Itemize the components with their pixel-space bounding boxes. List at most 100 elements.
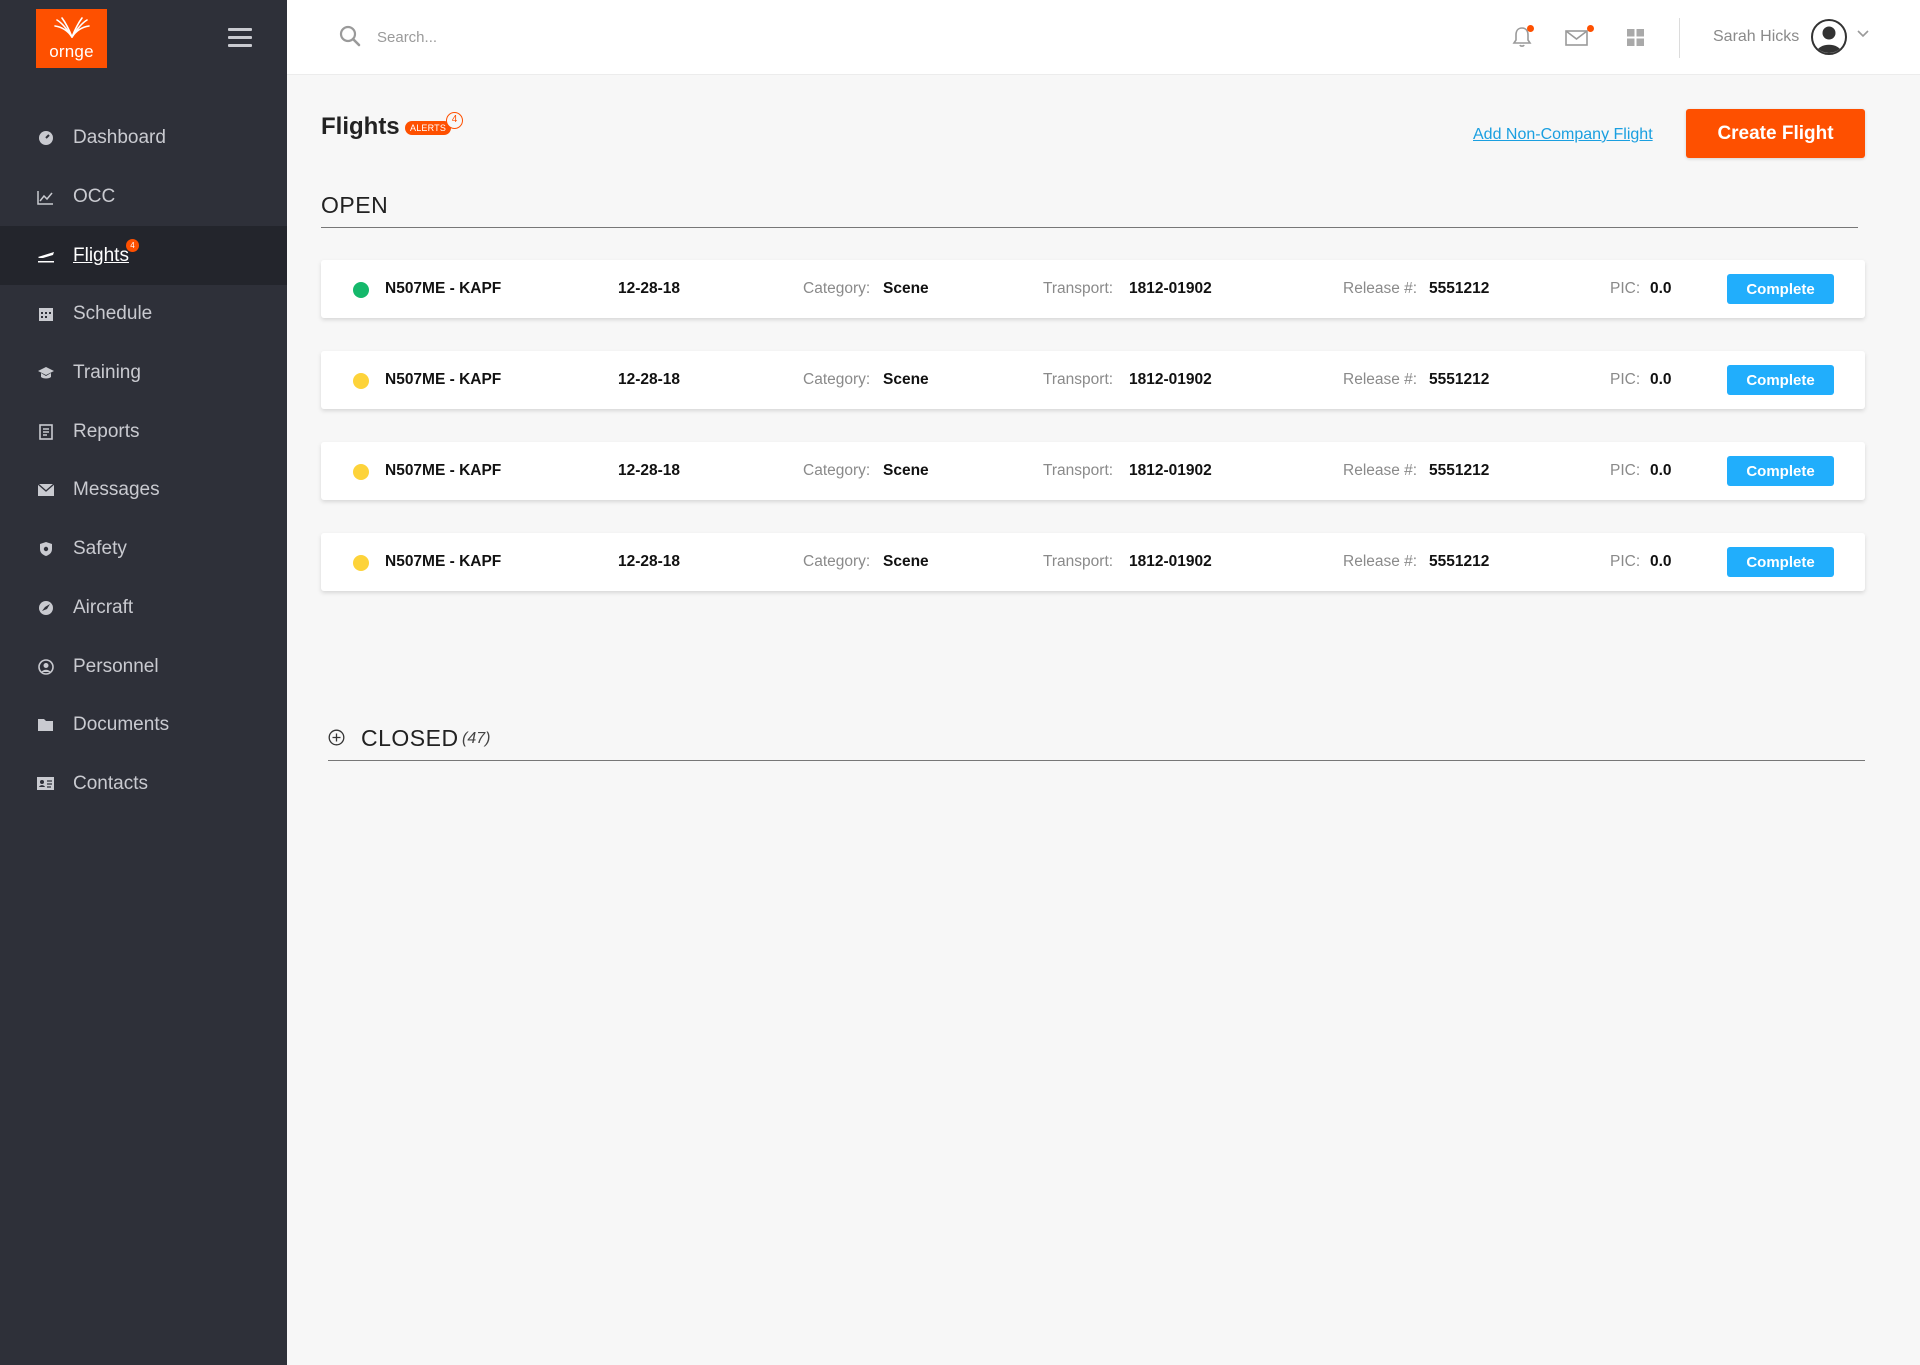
mail-icon[interactable] — [1565, 30, 1588, 46]
search-input[interactable] — [377, 22, 677, 52]
transport-value: 1812-01902 — [1129, 280, 1212, 297]
flight-date: 12-28-18 — [618, 553, 681, 570]
complete-button[interactable]: Complete — [1727, 547, 1834, 577]
calendar-icon — [36, 305, 55, 324]
transport-value: 1812-01902 — [1129, 553, 1212, 570]
sidebar-item-label: Contacts — [73, 772, 148, 794]
closed-count: (47) — [462, 730, 491, 747]
report-icon — [36, 422, 55, 441]
expand-plus-icon[interactable] — [328, 729, 345, 746]
flight-date: 12-28-18 — [618, 371, 681, 388]
category-label: Category: — [803, 371, 871, 388]
release-value: 5551212 — [1429, 280, 1490, 297]
open-section-divider — [321, 227, 1858, 228]
sidebar-nav: Dashboard OCC Flights 4 Schedule Trainin… — [0, 109, 287, 813]
sidebar-item-label: Dashboard — [73, 127, 166, 149]
shield-icon — [36, 540, 55, 559]
sidebar-item-label: Schedule — [73, 303, 153, 325]
sidebar-item-documents[interactable]: Documents — [0, 696, 287, 755]
sidebar-item-dashboard[interactable]: Dashboard — [0, 109, 287, 168]
release-value: 5551212 — [1429, 462, 1490, 479]
release-label: Release #: — [1343, 371, 1418, 388]
sidebar-item-contacts[interactable]: Contacts — [0, 755, 287, 814]
pic-value: 0.0 — [1650, 371, 1672, 388]
sidebar-item-label: Messages — [73, 479, 160, 501]
dashboard-icon — [36, 129, 55, 148]
logo-text: ornge — [49, 42, 94, 61]
pic-value: 0.0 — [1650, 553, 1672, 570]
pic-label: PIC: — [1610, 462, 1641, 479]
notification-dot — [1527, 25, 1534, 32]
hamburger-icon[interactable] — [228, 28, 252, 47]
closed-section-divider — [328, 760, 1865, 761]
flight-id: N507ME - KAPF — [385, 462, 502, 479]
sidebar-item-label: Documents — [73, 714, 170, 736]
category-value: Scene — [883, 553, 929, 570]
sidebar-item-schedule[interactable]: Schedule — [0, 285, 287, 344]
transport-label: Transport: — [1043, 462, 1114, 479]
sidebar-item-aircraft[interactable]: Aircraft — [0, 579, 287, 638]
user-circle-icon — [36, 657, 55, 676]
sidebar-item-personnel[interactable]: Personnel — [0, 637, 287, 696]
avatar[interactable] — [1811, 19, 1847, 55]
graduation-cap-icon — [36, 364, 55, 383]
release-label: Release #: — [1343, 462, 1418, 479]
release-value: 5551212 — [1429, 371, 1490, 388]
complete-button[interactable]: Complete — [1727, 365, 1834, 395]
sidebar-item-training[interactable]: Training — [0, 344, 287, 403]
ornge-logo[interactable]: ornge — [36, 9, 107, 68]
pic-label: PIC: — [1610, 371, 1641, 388]
apps-grid-icon[interactable] — [1627, 29, 1644, 46]
sidebar-item-flights[interactable]: Flights 4 — [0, 226, 287, 286]
open-flights-list: N507ME - KAPF 12-28-18 Category: Scene T… — [321, 260, 1865, 624]
sidebar-item-safety[interactable]: Safety — [0, 520, 287, 579]
sidebar-item-label: Flights — [73, 244, 129, 266]
category-value: Scene — [883, 280, 929, 297]
user-avatar-icon — [1816, 26, 1842, 53]
flight-row[interactable]: N507ME - KAPF 12-28-18 Category: Scene T… — [321, 442, 1865, 500]
sidebar-item-label: Safety — [73, 538, 127, 560]
status-dot — [353, 464, 369, 480]
pic-value: 0.0 — [1650, 462, 1672, 479]
flight-date: 12-28-18 — [618, 462, 681, 479]
status-dot — [353, 555, 369, 571]
release-label: Release #: — [1343, 280, 1418, 297]
sidebar-item-messages[interactable]: Messages — [0, 461, 287, 520]
pic-label: PIC: — [1610, 553, 1641, 570]
flight-row[interactable]: N507ME - KAPF 12-28-18 Category: Scene T… — [321, 351, 1865, 409]
sidebar-item-label: OCC — [73, 186, 116, 208]
transport-label: Transport: — [1043, 371, 1114, 388]
pic-value: 0.0 — [1650, 280, 1672, 297]
create-flight-button[interactable]: Create Flight — [1686, 109, 1865, 158]
alerts-count-badge: 4 — [446, 112, 463, 129]
release-label: Release #: — [1343, 553, 1418, 570]
category-label: Category: — [803, 462, 871, 479]
flight-row[interactable]: N507ME - KAPF 12-28-18 Category: Scene T… — [321, 260, 1865, 318]
sidebar-item-occ[interactable]: OCC — [0, 168, 287, 227]
envelope-icon — [36, 481, 55, 500]
category-label: Category: — [803, 280, 871, 297]
status-dot — [353, 282, 369, 298]
wings-icon — [54, 17, 90, 38]
page-title: Flights — [321, 113, 400, 140]
search-icon[interactable] — [339, 25, 361, 47]
complete-button[interactable]: Complete — [1727, 456, 1834, 486]
complete-button[interactable]: Complete — [1727, 274, 1834, 304]
user-name[interactable]: Sarah Hicks — [1713, 28, 1799, 46]
flight-date: 12-28-18 — [618, 280, 681, 297]
release-value: 5551212 — [1429, 553, 1490, 570]
sidebar-item-reports[interactable]: Reports — [0, 402, 287, 461]
address-card-icon — [36, 774, 55, 793]
status-dot — [353, 373, 369, 389]
flight-row[interactable]: N507ME - KAPF 12-28-18 Category: Scene T… — [321, 533, 1865, 591]
transport-value: 1812-01902 — [1129, 371, 1212, 388]
closed-section-title[interactable]: CLOSED — [361, 725, 459, 752]
chevron-down-icon[interactable] — [1857, 30, 1869, 38]
flight-id: N507ME - KAPF — [385, 280, 502, 297]
add-non-company-flight-link[interactable]: Add Non-Company Flight — [1473, 126, 1653, 144]
open-section-title: OPEN — [321, 192, 389, 218]
compass-icon — [36, 598, 55, 617]
flight-id: N507ME - KAPF — [385, 371, 502, 388]
alerts-badge[interactable]: ALERTS — [405, 121, 452, 135]
transport-value: 1812-01902 — [1129, 462, 1212, 479]
